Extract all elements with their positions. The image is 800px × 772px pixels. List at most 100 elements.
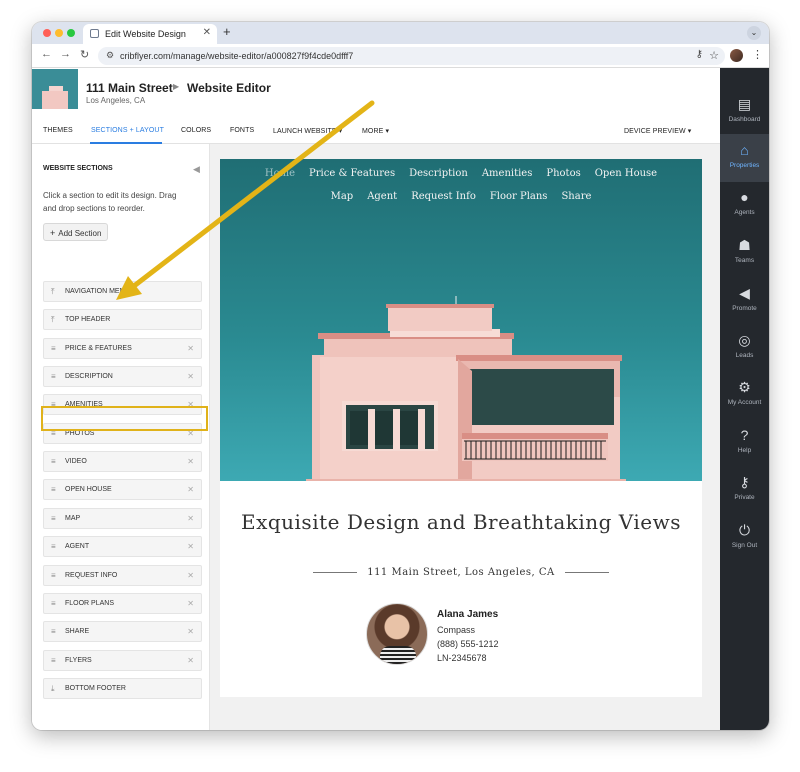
site-nav-link[interactable]: Agent: [367, 191, 397, 202]
site-nav-link[interactable]: Description: [409, 168, 468, 179]
device-preview-menu[interactable]: DEVICE PREVIEW ▾: [624, 127, 691, 135]
profile-avatar[interactable]: [730, 49, 743, 62]
properties-icon: ⌂: [740, 142, 749, 158]
pin-top-icon[interactable]: ⤒: [51, 287, 55, 297]
section-row[interactable]: ≡ DESCRIPTION ✕: [43, 366, 202, 388]
site-nav-link[interactable]: Floor Plans: [490, 191, 548, 202]
drag-handle-icon[interactable]: ≡: [51, 656, 56, 665]
site-nav-link[interactable]: Map: [331, 191, 354, 202]
maximize-window-button[interactable]: [67, 29, 75, 37]
section-row[interactable]: ≡ PRICE & FEATURES ✕: [43, 337, 202, 359]
remove-section-icon[interactable]: ✕: [187, 571, 194, 580]
sidebar-item-help[interactable]: ? Help: [720, 419, 769, 467]
add-section-button[interactable]: + Add Section: [43, 223, 108, 241]
section-row[interactable]: ⤒ TOP HEADER: [43, 309, 202, 331]
site-info-icon[interactable]: ⚙: [106, 50, 114, 61]
drag-handle-icon[interactable]: ≡: [51, 485, 56, 494]
reload-icon[interactable]: ↻: [80, 48, 89, 61]
property-title[interactable]: 111 Main Street: [86, 81, 173, 95]
remove-section-icon[interactable]: ✕: [187, 656, 194, 665]
pin-top-icon[interactable]: ⤒: [51, 315, 55, 325]
sidebar-item-label: Agents: [734, 209, 755, 216]
section-row[interactable]: ≡ VIDEO ✕: [43, 451, 202, 473]
drag-handle-icon[interactable]: ≡: [51, 542, 56, 551]
tab-sections-layout[interactable]: SECTIONS + LAYOUT: [91, 127, 164, 134]
collapse-panel-icon[interactable]: ◀: [193, 164, 200, 175]
sidebar-item-agents[interactable]: ● Agents: [720, 181, 769, 229]
browser-tab[interactable]: Edit Website Design ✕: [83, 24, 217, 44]
drag-handle-icon[interactable]: ≡: [51, 514, 56, 523]
tab-colors[interactable]: COLORS: [181, 127, 211, 134]
address-bar[interactable]: ⚙ cribflyer.com/manage/website-editor/a0…: [98, 47, 725, 65]
section-label: VIDEO: [65, 458, 87, 466]
back-icon[interactable]: ←: [41, 48, 52, 60]
site-nav-link[interactable]: Price & Features: [309, 168, 395, 179]
remove-section-icon[interactable]: ✕: [187, 372, 194, 381]
panel-title: WEBSITE SECTIONS: [43, 165, 113, 172]
close-tab-icon[interactable]: ✕: [203, 27, 211, 38]
drag-handle-icon[interactable]: ≡: [51, 457, 56, 466]
more-menu[interactable]: MORE ▾: [362, 127, 389, 135]
sidebar-item-teams[interactable]: ☗ Teams: [720, 229, 769, 277]
site-nav-link[interactable]: Home: [265, 168, 295, 179]
sidebar-item-sign-out[interactable]: ⏻ Sign Out: [720, 514, 769, 562]
drag-handle-icon[interactable]: ≡: [51, 571, 56, 580]
sidebar-item-properties[interactable]: ⌂ Properties: [720, 134, 769, 182]
top-header-hero[interactable]: Home Price & Features Description Amenities…: [220, 159, 702, 481]
website-preview[interactable]: Home Price & Features Description Amenities…: [220, 159, 702, 697]
remove-section-icon[interactable]: ✕: [187, 457, 194, 466]
address-url[interactable]: cribflyer.com/manage/website-editor/a000…: [120, 51, 353, 61]
sidebar-item-dashboard[interactable]: ▤ Dashboard: [720, 88, 769, 136]
remove-section-icon[interactable]: ✕: [187, 514, 194, 523]
site-nav-link[interactable]: Open House: [595, 168, 657, 179]
site-nav-link[interactable]: Request Info: [411, 191, 476, 202]
launch-website-menu[interactable]: LAUNCH WEBSITE ▾: [273, 127, 342, 135]
browser-menu-icon[interactable]: ⋮: [752, 48, 763, 61]
drag-handle-icon[interactable]: ≡: [51, 372, 56, 381]
house-image: [306, 296, 626, 481]
remove-section-icon[interactable]: ✕: [187, 542, 194, 551]
drag-handle-icon[interactable]: ≡: [51, 599, 56, 608]
section-row[interactable]: ≡ FLYERS ✕: [43, 649, 202, 671]
section-row[interactable]: ⤓ BOTTOM FOOTER: [43, 677, 202, 699]
property-info: Exquisite Design and Breathtaking Views …: [220, 481, 702, 697]
pin-bottom-icon[interactable]: ⤓: [51, 684, 55, 694]
new-tab-button[interactable]: +: [223, 24, 231, 39]
section-row[interactable]: ≡ SHARE ✕: [43, 621, 202, 643]
section-row[interactable]: ≡ FLOOR PLANS ✕: [43, 592, 202, 614]
section-row[interactable]: ⤒ NAVIGATION MENU: [43, 281, 202, 302]
agent-icon: ●: [740, 189, 749, 205]
megaphone-icon: ◀: [739, 285, 750, 301]
sidebar-item-private[interactable]: ⚷ Private: [720, 466, 769, 514]
sidebar-item-promote[interactable]: ◀ Promote: [720, 277, 769, 325]
breadcrumb-caret-icon: ▶: [173, 82, 180, 91]
remove-section-icon[interactable]: ✕: [187, 344, 194, 353]
remove-section-icon[interactable]: ✕: [187, 599, 194, 608]
close-window-button[interactable]: [43, 29, 51, 37]
site-nav-link[interactable]: Share: [561, 191, 591, 202]
tab-themes[interactable]: THEMES: [43, 127, 73, 134]
tab-search-button[interactable]: ⌄: [747, 26, 761, 40]
sidebar-item-label: Promote: [732, 305, 757, 312]
site-nav-row-1: Home Price & Features Description Amenities…: [220, 168, 702, 179]
section-row[interactable]: ≡ AGENT ✕: [43, 536, 202, 558]
bookmark-star-icon[interactable]: ☆: [709, 49, 719, 62]
password-key-icon[interactable]: ⚷: [696, 49, 703, 60]
forward-icon[interactable]: →: [60, 48, 71, 60]
help-icon: ?: [740, 427, 749, 443]
site-nav-link[interactable]: Photos: [546, 168, 580, 179]
remove-section-icon[interactable]: ✕: [187, 485, 194, 494]
tab-fonts[interactable]: FONTS: [230, 127, 254, 134]
remove-section-icon[interactable]: ✕: [187, 627, 194, 636]
drag-handle-icon[interactable]: ≡: [51, 344, 56, 353]
drag-handle-icon[interactable]: ≡: [51, 627, 56, 636]
sidebar-item-leads[interactable]: ◎ Leads: [720, 324, 769, 372]
dashboard-icon: ▤: [737, 96, 752, 112]
minimize-window-button[interactable]: [55, 29, 63, 37]
section-row[interactable]: ≡ REQUEST INFO ✕: [43, 564, 202, 586]
site-nav-link[interactable]: Amenities: [482, 168, 533, 179]
section-row[interactable]: ≡ MAP ✕: [43, 507, 202, 529]
section-row[interactable]: ≡ OPEN HOUSE ✕: [43, 479, 202, 501]
power-icon: ⏻: [738, 522, 751, 538]
sidebar-item-my-account[interactable]: ⚙ My Account: [720, 371, 769, 419]
